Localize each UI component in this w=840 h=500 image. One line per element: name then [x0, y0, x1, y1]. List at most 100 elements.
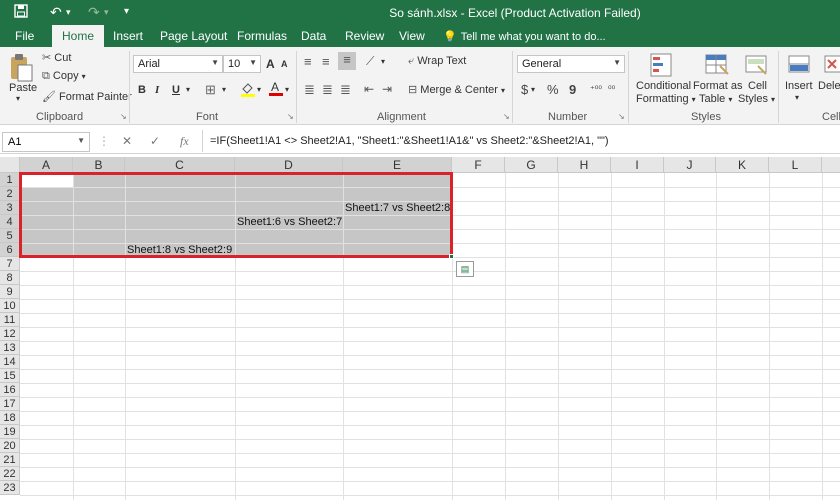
row-header[interactable]: 19: [0, 425, 20, 439]
column-header-m[interactable]: [822, 157, 840, 173]
tab-formulas[interactable]: Formulas: [237, 29, 287, 43]
row-header[interactable]: 1: [0, 173, 20, 187]
row-header[interactable]: 15: [0, 369, 20, 383]
decrease-indent-icon[interactable]: ⇤: [364, 82, 374, 96]
copy-dropdown-icon[interactable]: ▾: [82, 72, 86, 81]
enter-icon[interactable]: ✓: [150, 134, 160, 148]
column-header-h[interactable]: H: [558, 157, 611, 173]
conditional-formatting-label2[interactable]: Formatting ▾: [636, 93, 696, 105]
copy-button[interactable]: ⧉ Copy ▾: [42, 70, 86, 83]
column-header-a[interactable]: A: [20, 157, 73, 173]
borders-icon[interactable]: ⊞: [205, 82, 216, 98]
row-header[interactable]: 14: [0, 355, 20, 369]
font-launcher-icon[interactable]: ↘: [287, 112, 294, 121]
accounting-format-button[interactable]: $: [521, 82, 528, 97]
format-as-table-button[interactable]: Format as: [693, 80, 743, 92]
row-header[interactable]: 12: [0, 327, 20, 341]
italic-button[interactable]: I: [155, 84, 159, 96]
row-header[interactable]: 10: [0, 299, 20, 313]
row-header[interactable]: 5: [0, 229, 20, 243]
comma-style-button[interactable]: 9: [569, 82, 576, 97]
delete-cells-button[interactable]: Delete: [818, 80, 840, 92]
tab-insert[interactable]: Insert: [113, 29, 143, 43]
middle-align-icon[interactable]: ≡: [322, 54, 330, 69]
increase-decimal-icon[interactable]: ⁺⁰⁰: [590, 84, 602, 95]
column-header-k[interactable]: K: [716, 157, 769, 173]
tab-home[interactable]: Home: [52, 25, 105, 47]
format-as-table-icon[interactable]: [704, 52, 730, 78]
column-header-f[interactable]: F: [452, 157, 505, 173]
column-header-e[interactable]: E: [343, 157, 452, 173]
wrap-text-button[interactable]: ⤶ Wrap Text: [408, 55, 466, 68]
row-header[interactable]: 22: [0, 467, 20, 481]
row-header[interactable]: 21: [0, 453, 20, 467]
worksheet-grid[interactable]: A B C D E F G H I J K L 1 2 3 4 5 6 7 8 …: [0, 157, 840, 500]
cancel-icon[interactable]: ✕: [122, 134, 132, 148]
row-header[interactable]: 8: [0, 271, 20, 285]
fill-color-dropdown-icon[interactable]: ▾: [257, 85, 261, 94]
row-header[interactable]: 13: [0, 341, 20, 355]
select-all-corner[interactable]: [0, 157, 20, 173]
name-box[interactable]: A1 ▼: [2, 132, 90, 152]
shrink-font-button[interactable]: A: [281, 59, 288, 69]
fill-color-button[interactable]: [240, 81, 256, 100]
delete-cells-icon[interactable]: [822, 52, 840, 78]
paste-button[interactable]: Paste: [9, 82, 37, 94]
grow-font-button[interactable]: A: [266, 57, 275, 71]
tab-data[interactable]: Data: [301, 29, 326, 43]
insert-dropdown-icon[interactable]: ▾: [795, 93, 799, 102]
borders-dropdown-icon[interactable]: ▾: [222, 85, 226, 94]
formula-input[interactable]: =IF(Sheet1!A1 <> Sheet2!A1, "Sheet1:"&Sh…: [210, 135, 609, 147]
column-header-d[interactable]: D: [235, 157, 343, 173]
insert-cells-button[interactable]: Insert: [785, 80, 813, 92]
cell-styles-label2[interactable]: Styles ▾: [738, 93, 775, 105]
cell-styles-icon[interactable]: [744, 52, 770, 78]
paste-dropdown-icon[interactable]: ▾: [16, 94, 20, 103]
bold-button[interactable]: B: [138, 84, 146, 96]
row-header[interactable]: 20: [0, 439, 20, 453]
column-header-g[interactable]: G: [505, 157, 558, 173]
row-header[interactable]: 11: [0, 313, 20, 327]
font-size-select[interactable]: 10 ▼: [223, 55, 261, 73]
accounting-dropdown-icon[interactable]: ▾: [531, 85, 535, 94]
quick-analysis-icon[interactable]: ▤: [456, 261, 474, 277]
alignment-launcher-icon[interactable]: ↘: [503, 112, 510, 121]
row-header[interactable]: 6: [0, 243, 20, 257]
paste-icon[interactable]: [8, 53, 34, 82]
underline-dropdown-icon[interactable]: ▾: [186, 85, 190, 94]
column-header-b[interactable]: B: [73, 157, 125, 173]
increase-indent-icon[interactable]: ⇥: [382, 82, 392, 96]
row-header[interactable]: 7: [0, 257, 20, 271]
percent-style-button[interactable]: %: [547, 82, 559, 97]
align-right-icon[interactable]: ≣: [340, 82, 351, 98]
row-header[interactable]: 4: [0, 215, 20, 229]
column-header-j[interactable]: J: [664, 157, 716, 173]
merge-center-button[interactable]: ⊟ Merge & Center ▾: [408, 83, 505, 96]
align-center-icon[interactable]: ≣: [322, 82, 333, 98]
number-format-select[interactable]: General ▼: [517, 55, 625, 73]
format-painter-button[interactable]: 🖌 Format Painter: [42, 90, 132, 103]
decrease-decimal-icon[interactable]: ⁰⁰: [608, 84, 615, 95]
row-header[interactable]: 16: [0, 383, 20, 397]
merge-dropdown-icon[interactable]: ▾: [501, 86, 505, 95]
tab-page-layout[interactable]: Page Layout: [160, 29, 227, 43]
font-color-dropdown-icon[interactable]: ▾: [285, 85, 289, 94]
row-header[interactable]: 3: [0, 201, 20, 215]
tab-view[interactable]: View: [399, 29, 425, 43]
number-launcher-icon[interactable]: ↘: [618, 112, 625, 121]
row-header[interactable]: 17: [0, 397, 20, 411]
cut-button[interactable]: ✂ Cut: [42, 51, 71, 64]
bottom-align-icon[interactable]: ≡: [338, 52, 356, 70]
fill-handle[interactable]: [449, 254, 454, 259]
tab-file[interactable]: File: [15, 29, 34, 43]
insert-function-icon[interactable]: fx: [180, 134, 189, 149]
orientation-dropdown-icon[interactable]: ▾: [381, 57, 385, 66]
column-header-c[interactable]: C: [125, 157, 235, 173]
column-header-i[interactable]: I: [611, 157, 664, 173]
row-header[interactable]: 9: [0, 285, 20, 299]
tell-me-search[interactable]: 💡 Tell me what you want to do...: [443, 30, 606, 43]
top-align-icon[interactable]: ≡: [304, 54, 312, 69]
font-family-select[interactable]: Arial ▼: [133, 55, 223, 73]
clipboard-launcher-icon[interactable]: ↘: [120, 112, 127, 121]
column-header-l[interactable]: L: [769, 157, 822, 173]
